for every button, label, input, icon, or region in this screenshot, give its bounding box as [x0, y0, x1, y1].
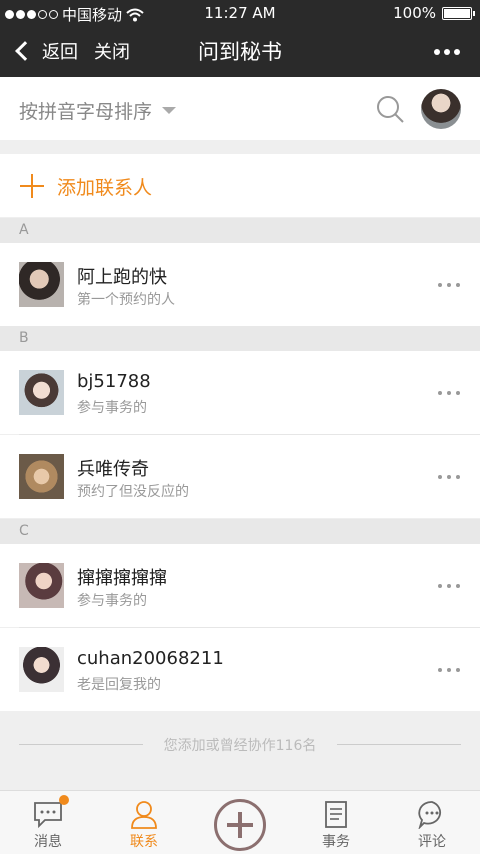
battery-icon: [442, 6, 475, 20]
contact-name: cuhan20068211: [77, 648, 224, 669]
contact-row[interactable]: cuhan20068211 老是回复我的: [0, 628, 480, 711]
sort-dropdown[interactable]: 按拼音字母排序: [19, 97, 177, 124]
more-icon[interactable]: [438, 475, 460, 479]
contact-desc: 预约了但没反应的: [77, 484, 189, 500]
avatar: [19, 262, 64, 307]
section-header-b: B: [0, 326, 480, 351]
more-icon[interactable]: [438, 391, 460, 395]
tab-add[interactable]: [192, 791, 288, 854]
avatar[interactable]: [421, 89, 461, 129]
battery-percent: 100%: [393, 4, 436, 22]
task-icon: [325, 801, 347, 828]
tab-messages[interactable]: 消息: [0, 791, 96, 854]
avatar: [19, 647, 64, 692]
contact-count-note: 您添加或曾经协作116名: [0, 712, 480, 790]
tab-bar: 消息 联系 事务 评论: [0, 790, 480, 854]
tab-label: 消息: [34, 834, 62, 850]
tab-comments[interactable]: 评论: [384, 791, 480, 854]
section-header-c: C: [0, 519, 480, 544]
contact-name: 阿上跑的快: [77, 267, 167, 288]
search-icon[interactable]: [376, 95, 404, 123]
more-menu-icon[interactable]: [434, 49, 460, 55]
comment-icon: [418, 801, 441, 829]
add-contact-label: 添加联系人: [57, 177, 153, 199]
tab-label: 联系: [130, 834, 158, 850]
tab-label: 评论: [418, 834, 446, 850]
plus-icon: [20, 174, 44, 198]
top-bar: 中国移动 11:27 AM 100% 返回 关闭 问到秘书: [0, 0, 480, 77]
avatar: [19, 454, 64, 499]
unread-badge: [59, 795, 69, 805]
contact-desc: 老是回复我的: [77, 677, 161, 693]
contact-desc: 第一个预约的人: [77, 292, 175, 308]
status-bar: 中国移动 11:27 AM 100%: [0, 0, 480, 26]
nav-bar: 返回 关闭 问到秘书: [0, 26, 480, 77]
more-icon[interactable]: [438, 584, 460, 588]
contact-row[interactable]: 兵唯传奇 预约了但没反应的: [0, 435, 480, 518]
caret-down-icon: [162, 107, 177, 114]
page-title: 问到秘书: [198, 40, 282, 64]
more-icon[interactable]: [438, 668, 460, 672]
sort-label: 按拼音字母排序: [19, 101, 153, 123]
avatar: [19, 563, 64, 608]
contact-icon: [131, 801, 157, 829]
contact-row[interactable]: bj51788 参与事务的: [0, 351, 480, 434]
tab-label: 事务: [322, 834, 350, 850]
add-contact-button[interactable]: 添加联系人: [0, 154, 480, 217]
contact-desc: 参与事务的: [77, 593, 147, 609]
contact-name: bj51788: [77, 371, 151, 392]
sort-bar: 按拼音字母排序: [0, 77, 480, 140]
tab-tasks[interactable]: 事务: [288, 791, 384, 854]
section-header-a: A: [0, 218, 480, 243]
contact-row[interactable]: 阿上跑的快 第一个预约的人: [0, 243, 480, 326]
contact-row[interactable]: 撺撺撺撺撺 参与事务的: [0, 544, 480, 627]
add-icon: [214, 799, 266, 851]
more-icon[interactable]: [438, 283, 460, 287]
contact-name: 兵唯传奇: [77, 459, 149, 480]
contact-desc: 参与事务的: [77, 400, 147, 416]
message-icon: [34, 802, 62, 829]
avatar: [19, 370, 64, 415]
contact-count-text: 您添加或曾经协作116名: [163, 738, 317, 754]
tab-contacts[interactable]: 联系: [96, 791, 192, 854]
contact-name: 撺撺撺撺撺: [77, 568, 167, 589]
